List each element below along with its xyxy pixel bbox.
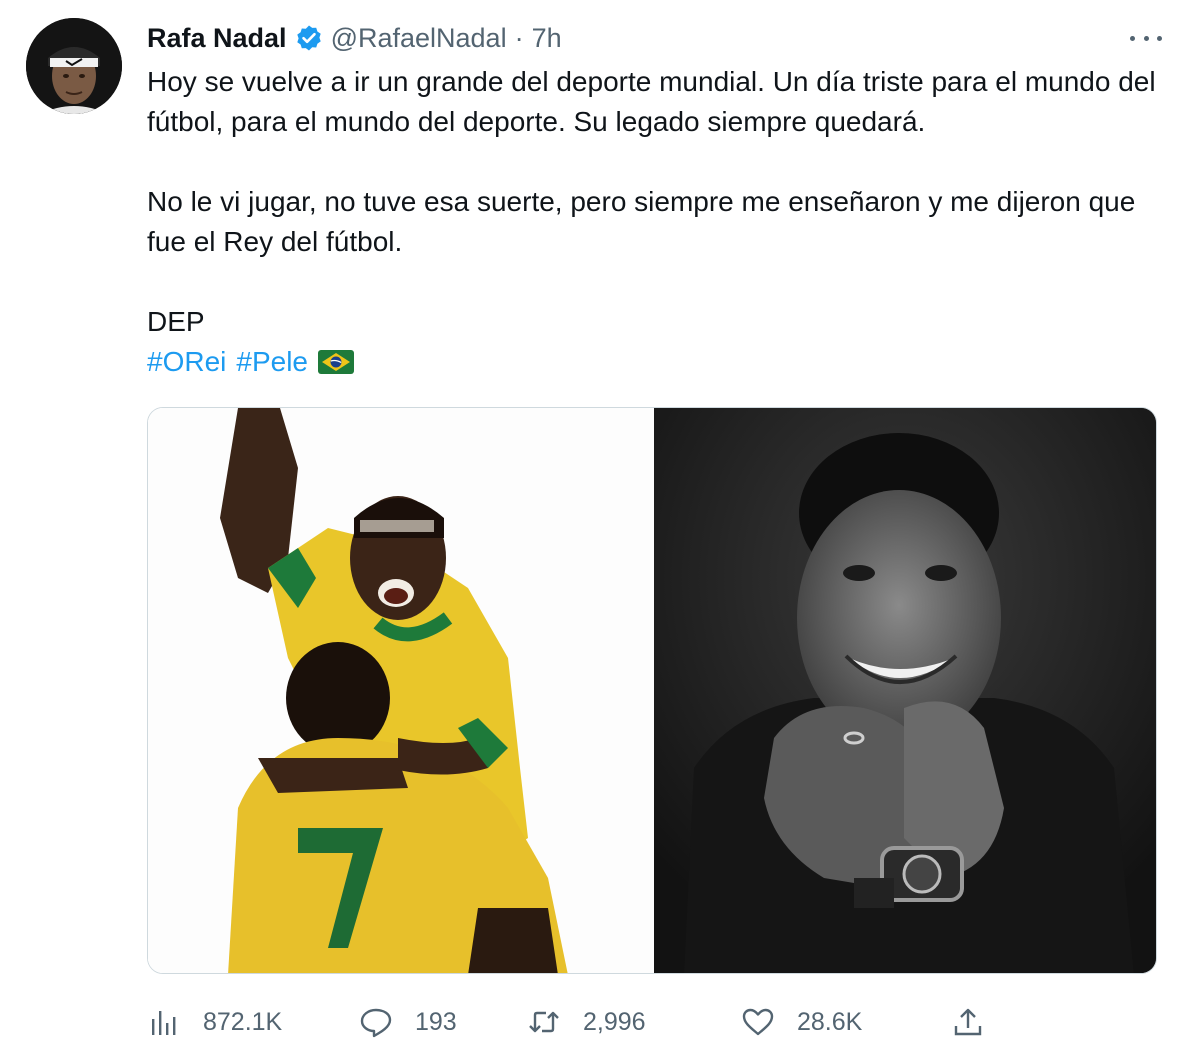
retweet-button[interactable]: 2,996: [527, 1005, 741, 1039]
views-chart-icon: [147, 1005, 181, 1039]
author-handle[interactable]: @RafaelNadal: [331, 23, 507, 54]
tweet-media[interactable]: [147, 407, 1157, 974]
share-button[interactable]: [951, 1005, 985, 1039]
separator-dot: ·: [514, 22, 524, 53]
reply-button[interactable]: 193: [359, 1005, 523, 1039]
like-count: 28.6K: [797, 1007, 863, 1036]
timestamp[interactable]: 7h: [532, 23, 562, 54]
reply-count: 193: [415, 1007, 457, 1036]
hashtag-orei[interactable]: #ORei: [147, 342, 226, 382]
tweet-paragraph-1: Hoy se vuelve a ir un grande del deporte…: [147, 66, 1156, 137]
reply-bubble-icon: [359, 1005, 393, 1039]
hashtag-line: #ORei #Pele: [147, 342, 1157, 382]
verified-badge-icon: [295, 24, 323, 52]
tweet-paragraph-3: DEP: [147, 306, 205, 337]
like-button[interactable]: 28.6K: [741, 1005, 951, 1039]
heart-icon: [741, 1005, 775, 1039]
photo-celebration[interactable]: [148, 408, 654, 973]
action-bar: 872.1K 193 2,996 28.6K: [147, 1000, 997, 1044]
more-options-icon[interactable]: [1126, 22, 1166, 54]
tweet: Rafa Nadal @RafaelNadal · 7h Hoy se vuel…: [0, 0, 1184, 1060]
views-button[interactable]: 872.1K: [147, 1005, 359, 1039]
author-name[interactable]: Rafa Nadal: [147, 23, 287, 54]
avatar[interactable]: [26, 18, 122, 114]
views-count: 872.1K: [203, 1007, 283, 1036]
photo-portrait[interactable]: [654, 408, 1156, 973]
tweet-text: Hoy se vuelve a ir un grande del deporte…: [147, 62, 1157, 382]
tweet-paragraph-2: No le vi jugar, no tuve esa suerte, pero…: [147, 186, 1136, 257]
retweet-arrows-icon: [527, 1005, 561, 1039]
tweet-header: Rafa Nadal @RafaelNadal · 7h: [147, 20, 562, 56]
hashtag-pele[interactable]: #Pele: [236, 342, 308, 382]
retweet-count: 2,996: [583, 1007, 646, 1036]
share-upload-icon: [951, 1005, 985, 1039]
brazil-flag-icon: [318, 349, 354, 375]
